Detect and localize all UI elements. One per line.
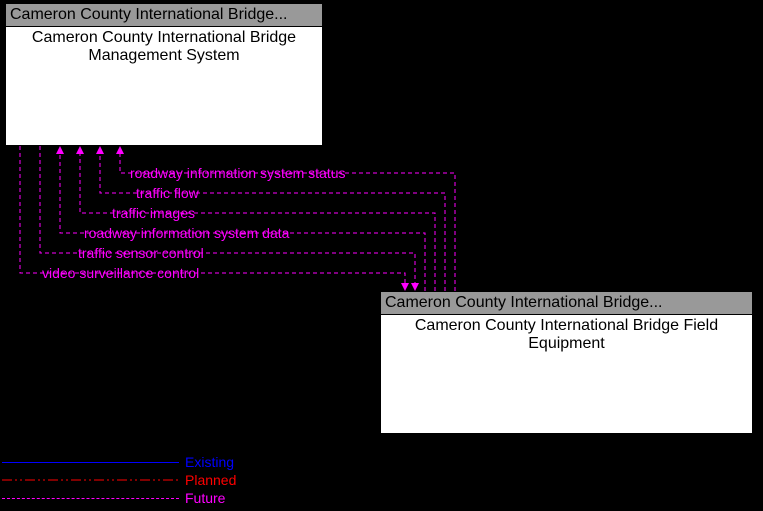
flow-label-video[interactable]: video surveillance control [42,265,199,281]
flow-label-data[interactable]: roadway information system data [84,225,289,241]
node-title: Cameron County International Bridge Mana… [6,27,322,67]
flow-label-sensor[interactable]: traffic sensor control [78,245,204,261]
flow-label-images[interactable]: traffic images [112,205,195,221]
legend-label-future[interactable]: Future [185,490,225,506]
node-title: Cameron County International Bridge Fiel… [381,315,752,355]
legend-label-planned[interactable]: Planned [185,472,236,488]
node-header: Cameron County International Bridge... [381,292,752,315]
legend-line-existing [2,462,179,463]
legend-line-future [2,498,179,499]
node-management-system[interactable]: Cameron County International Bridge... C… [5,3,323,146]
node-field-equipment[interactable]: Cameron County International Bridge... C… [380,291,753,434]
legend-label-existing[interactable]: Existing [185,454,234,470]
flow-label-flow[interactable]: traffic flow [136,185,199,201]
node-header: Cameron County International Bridge... [6,4,322,27]
flow-label-status[interactable]: roadway information system status [130,165,346,181]
